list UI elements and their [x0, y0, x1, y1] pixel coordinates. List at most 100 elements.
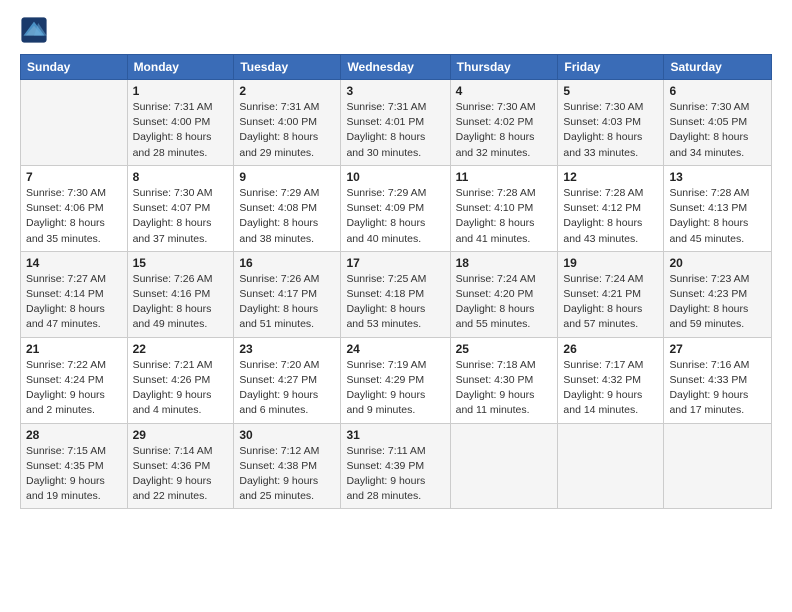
calendar-cell: 23Sunrise: 7:20 AMSunset: 4:27 PMDayligh…	[234, 337, 341, 423]
calendar-cell: 22Sunrise: 7:21 AMSunset: 4:26 PMDayligh…	[127, 337, 234, 423]
calendar-cell: 10 Sunrise: 7:29 AMSunset: 4:09 PMDayligh…	[341, 165, 450, 251]
logo-icon	[20, 16, 48, 44]
calendar-cell: 8 Sunrise: 7:30 AMSunset: 4:07 PMDaylight…	[127, 165, 234, 251]
logo	[20, 16, 52, 44]
day-info: Sunrise: 7:27 AMSunset: 4:14 PMDaylight:…	[26, 272, 122, 333]
day-number: 1	[133, 84, 229, 98]
calendar-cell: 28 Sunrise: 7:15 AMSunset: 4:35 PMDayligh…	[21, 423, 128, 509]
day-info: Sunrise: 7:17 AMSunset: 4:32 PMDaylight:…	[563, 358, 658, 419]
day-info: Sunrise: 7:30 AMSunset: 4:05 PMDaylight:…	[669, 100, 766, 161]
day-info: Sunrise: 7:14 AMSunset: 4:36 PMDaylight:…	[133, 444, 229, 505]
day-number: 21	[26, 342, 122, 356]
day-info: Sunrise: 7:30 AMSunset: 4:07 PMDaylight:…	[133, 186, 229, 247]
day-info: Sunrise: 7:29 AMSunset: 4:09 PMDaylight:…	[346, 186, 444, 247]
header-row: SundayMondayTuesdayWednesdayThursdayFrid…	[21, 55, 772, 80]
day-number: 8	[133, 170, 229, 184]
day-number: 31	[346, 428, 444, 442]
day-number: 3	[346, 84, 444, 98]
day-header-saturday: Saturday	[664, 55, 772, 80]
day-info: Sunrise: 7:11 AMSunset: 4:39 PMDaylight:…	[346, 444, 444, 505]
calendar-cell: 27 Sunrise: 7:16 AMSunset: 4:33 PMDayligh…	[664, 337, 772, 423]
day-number: 10	[346, 170, 444, 184]
calendar-cell: 18 Sunrise: 7:24 AMSunset: 4:20 PMDayligh…	[450, 251, 558, 337]
day-header-wednesday: Wednesday	[341, 55, 450, 80]
day-header-thursday: Thursday	[450, 55, 558, 80]
day-number: 16	[239, 256, 335, 270]
day-info: Sunrise: 7:15 AMSunset: 4:35 PMDaylight:…	[26, 444, 122, 505]
calendar-cell: 24Sunrise: 7:19 AMSunset: 4:29 PMDayligh…	[341, 337, 450, 423]
week-row-4: 21 Sunrise: 7:22 AMSunset: 4:24 PMDayligh…	[21, 337, 772, 423]
day-info: Sunrise: 7:18 AMSunset: 4:30 PMDaylight:…	[456, 358, 553, 419]
day-number: 26	[563, 342, 658, 356]
day-number: 14	[26, 256, 122, 270]
calendar-body: 1 Sunrise: 7:31 AMSunset: 4:00 PMDaylight…	[21, 80, 772, 509]
calendar-cell: 3 Sunrise: 7:31 AMSunset: 4:01 PMDaylight…	[341, 80, 450, 166]
calendar-cell: 4 Sunrise: 7:30 AMSunset: 4:02 PMDaylight…	[450, 80, 558, 166]
day-number: 2	[239, 84, 335, 98]
day-number: 24	[346, 342, 444, 356]
day-info: Sunrise: 7:30 AMSunset: 4:03 PMDaylight:…	[563, 100, 658, 161]
calendar-header: SundayMondayTuesdayWednesdayThursdayFrid…	[21, 55, 772, 80]
day-number: 18	[456, 256, 553, 270]
calendar-cell: 17 Sunrise: 7:25 AMSunset: 4:18 PMDayligh…	[341, 251, 450, 337]
page: SundayMondayTuesdayWednesdayThursdayFrid…	[0, 0, 792, 612]
day-info: Sunrise: 7:31 AMSunset: 4:01 PMDaylight:…	[346, 100, 444, 161]
day-number: 4	[456, 84, 553, 98]
day-info: Sunrise: 7:28 AMSunset: 4:12 PMDaylight:…	[563, 186, 658, 247]
calendar-cell: 25 Sunrise: 7:18 AMSunset: 4:30 PMDayligh…	[450, 337, 558, 423]
day-number: 17	[346, 256, 444, 270]
day-number: 22	[133, 342, 229, 356]
calendar-cell: 19Sunrise: 7:24 AMSunset: 4:21 PMDayligh…	[558, 251, 664, 337]
day-info: Sunrise: 7:22 AMSunset: 4:24 PMDaylight:…	[26, 358, 122, 419]
day-info: Sunrise: 7:30 AMSunset: 4:02 PMDaylight:…	[456, 100, 553, 161]
day-number: 30	[239, 428, 335, 442]
day-info: Sunrise: 7:26 AMSunset: 4:16 PMDaylight:…	[133, 272, 229, 333]
day-header-tuesday: Tuesday	[234, 55, 341, 80]
calendar-cell	[558, 423, 664, 509]
week-row-5: 28 Sunrise: 7:15 AMSunset: 4:35 PMDayligh…	[21, 423, 772, 509]
day-info: Sunrise: 7:12 AMSunset: 4:38 PMDaylight:…	[239, 444, 335, 505]
day-info: Sunrise: 7:16 AMSunset: 4:33 PMDaylight:…	[669, 358, 766, 419]
day-info: Sunrise: 7:28 AMSunset: 4:10 PMDaylight:…	[456, 186, 553, 247]
day-number: 25	[456, 342, 553, 356]
day-number: 9	[239, 170, 335, 184]
day-number: 27	[669, 342, 766, 356]
day-info: Sunrise: 7:31 AMSunset: 4:00 PMDaylight:…	[239, 100, 335, 161]
week-row-1: 1 Sunrise: 7:31 AMSunset: 4:00 PMDaylight…	[21, 80, 772, 166]
week-row-3: 14 Sunrise: 7:27 AMSunset: 4:14 PMDayligh…	[21, 251, 772, 337]
calendar-cell: 16Sunrise: 7:26 AMSunset: 4:17 PMDayligh…	[234, 251, 341, 337]
day-number: 23	[239, 342, 335, 356]
calendar-cell: 11Sunrise: 7:28 AMSunset: 4:10 PMDayligh…	[450, 165, 558, 251]
header	[20, 16, 772, 44]
day-info: Sunrise: 7:24 AMSunset: 4:20 PMDaylight:…	[456, 272, 553, 333]
day-number: 28	[26, 428, 122, 442]
day-number: 15	[133, 256, 229, 270]
calendar-cell: 1 Sunrise: 7:31 AMSunset: 4:00 PMDaylight…	[127, 80, 234, 166]
calendar-cell: 29Sunrise: 7:14 AMSunset: 4:36 PMDayligh…	[127, 423, 234, 509]
calendar-table: SundayMondayTuesdayWednesdayThursdayFrid…	[20, 54, 772, 509]
calendar-cell	[21, 80, 128, 166]
calendar-cell: 9Sunrise: 7:29 AMSunset: 4:08 PMDaylight…	[234, 165, 341, 251]
day-number: 20	[669, 256, 766, 270]
day-header-sunday: Sunday	[21, 55, 128, 80]
day-number: 5	[563, 84, 658, 98]
calendar-cell: 7Sunrise: 7:30 AMSunset: 4:06 PMDaylight…	[21, 165, 128, 251]
day-header-friday: Friday	[558, 55, 664, 80]
day-header-monday: Monday	[127, 55, 234, 80]
day-number: 6	[669, 84, 766, 98]
day-info: Sunrise: 7:31 AMSunset: 4:00 PMDaylight:…	[133, 100, 229, 161]
calendar-cell: 2 Sunrise: 7:31 AMSunset: 4:00 PMDaylight…	[234, 80, 341, 166]
day-info: Sunrise: 7:25 AMSunset: 4:18 PMDaylight:…	[346, 272, 444, 333]
calendar-cell: 20Sunrise: 7:23 AMSunset: 4:23 PMDayligh…	[664, 251, 772, 337]
calendar-cell: 12Sunrise: 7:28 AMSunset: 4:12 PMDayligh…	[558, 165, 664, 251]
calendar-cell: 14 Sunrise: 7:27 AMSunset: 4:14 PMDayligh…	[21, 251, 128, 337]
calendar-cell: 15 Sunrise: 7:26 AMSunset: 4:16 PMDayligh…	[127, 251, 234, 337]
calendar-cell: 6 Sunrise: 7:30 AMSunset: 4:05 PMDaylight…	[664, 80, 772, 166]
calendar-cell: 5 Sunrise: 7:30 AMSunset: 4:03 PMDaylight…	[558, 80, 664, 166]
calendar-cell: 26 Sunrise: 7:17 AMSunset: 4:32 PMDayligh…	[558, 337, 664, 423]
week-row-2: 7Sunrise: 7:30 AMSunset: 4:06 PMDaylight…	[21, 165, 772, 251]
day-info: Sunrise: 7:30 AMSunset: 4:06 PMDaylight:…	[26, 186, 122, 247]
calendar-cell	[450, 423, 558, 509]
day-info: Sunrise: 7:24 AMSunset: 4:21 PMDaylight:…	[563, 272, 658, 333]
calendar-cell	[664, 423, 772, 509]
